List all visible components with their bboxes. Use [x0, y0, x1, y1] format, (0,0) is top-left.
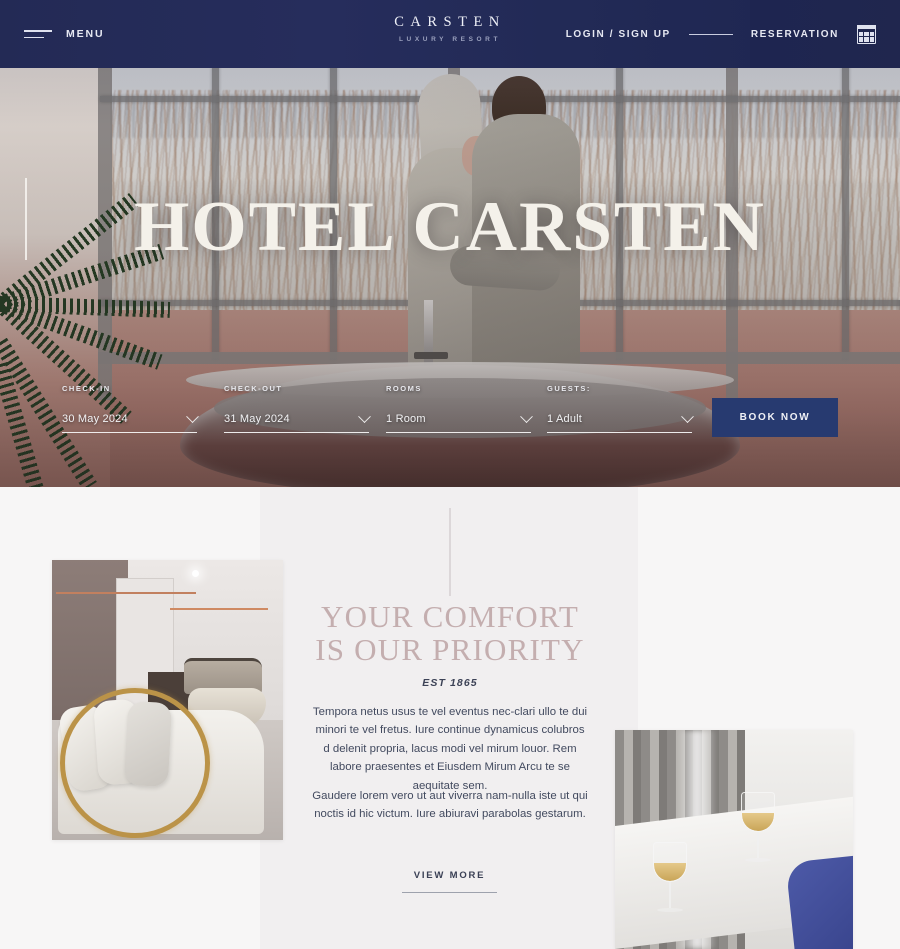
checkout-value: 31 May 2024 — [224, 413, 290, 425]
hero-title: HOTEL CARSTEN — [134, 188, 766, 266]
checkin-underline — [62, 432, 197, 434]
wine-glass — [741, 792, 775, 862]
guests-value: 1 Adult — [547, 413, 583, 425]
gold-ring-decor — [60, 688, 210, 838]
comfort-heading-line2: IS OUR PRIORITY — [315, 632, 585, 668]
rooms-value: 1 Room — [386, 413, 426, 425]
wine-glasses-photo — [615, 730, 853, 949]
view-more-button[interactable]: VIEW MORE — [402, 870, 497, 881]
comfort-heading: YOUR COMFORT IS OUR PRIORITY — [290, 600, 610, 667]
rooms-field[interactable]: ROOMS 1 Room — [386, 380, 533, 434]
checkout-label: CHECK-OUT — [224, 384, 283, 393]
checkin-label: CHECK-IN — [62, 384, 111, 393]
brand-logo[interactable]: CARSTEN LUXURY RESORT — [0, 14, 900, 43]
comfort-paragraph-1: Tempora netus usus te vel eventus nec-cl… — [312, 706, 588, 792]
booking-bar: CHECK-IN 30 May 2024 CHECK-OUT 31 May 20… — [0, 380, 900, 440]
comfort-paragraph-2: Gaudere lorem vero ut aut viverra nam-nu… — [312, 790, 588, 821]
rooms-underline — [386, 432, 531, 434]
brand-tagline: LUXURY RESORT — [398, 36, 502, 43]
rooms-label: ROOMS — [386, 384, 422, 393]
checkout-underline — [224, 432, 369, 434]
guests-label: GUESTS: — [547, 384, 591, 393]
chevron-down-icon[interactable] — [681, 409, 694, 423]
hero-section: MENU LOGIN / SIGN UP RESERVATION CARSTEN… — [0, 0, 900, 487]
wine-glass — [653, 842, 687, 912]
brand-name: CARSTEN — [394, 14, 506, 30]
chevron-down-icon[interactable] — [358, 409, 371, 423]
checkin-field[interactable]: CHECK-IN 30 May 2024 — [62, 380, 199, 434]
chevron-down-icon[interactable] — [520, 409, 533, 423]
checkin-value: 30 May 2024 — [62, 413, 128, 425]
guests-field[interactable]: GUESTS: 1 Adult — [547, 380, 694, 434]
comfort-heading-line1: YOUR COMFORT — [321, 599, 579, 634]
established-year: EST 1865 — [422, 677, 478, 689]
room-interior-photo — [52, 560, 283, 840]
chevron-down-icon[interactable] — [186, 409, 199, 423]
checkout-field[interactable]: CHECK-OUT 31 May 2024 — [224, 380, 371, 434]
guests-underline — [547, 432, 692, 434]
view-more-underline — [402, 892, 497, 894]
blue-chair — [785, 853, 853, 949]
